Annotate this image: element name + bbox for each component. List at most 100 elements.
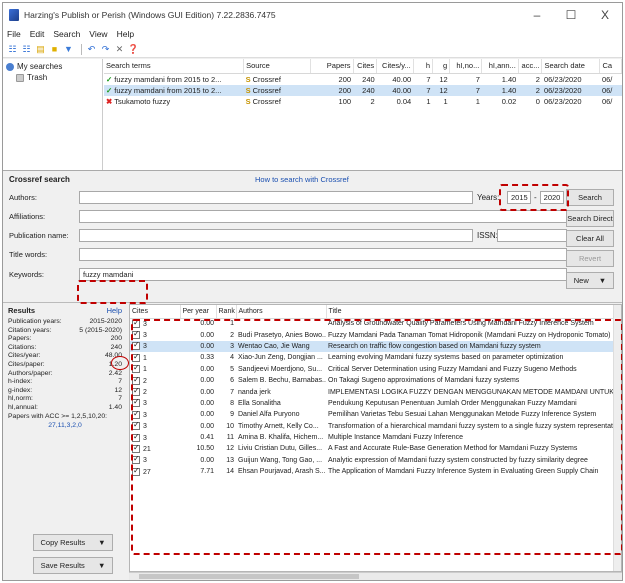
search-direct-button[interactable]: Search Direct <box>566 210 614 227</box>
col-search-terms[interactable]: Search terms <box>104 59 245 74</box>
app-logo-icon <box>9 9 19 21</box>
col-title[interactable]: Title <box>326 305 621 319</box>
col-source[interactable]: Source <box>243 59 311 74</box>
new-button[interactable]: New ▼ <box>566 272 614 289</box>
menu-search[interactable]: Search <box>53 29 80 39</box>
menu-edit[interactable]: Edit <box>30 29 45 39</box>
stats-title: Results <box>8 306 36 315</box>
check-icon: ✓ <box>106 85 113 95</box>
maximize-button[interactable]: ☐ <box>554 3 588 27</box>
keywords-input[interactable]: fuzzy mamdani <box>79 267 567 281</box>
trash-icon <box>16 73 24 82</box>
stat-row: Authors/paper: 2.42 <box>8 369 122 377</box>
form-title: Crossref search <box>9 175 70 184</box>
title-words-input[interactable] <box>79 247 567 261</box>
col-g[interactable]: g <box>432 59 451 74</box>
table-row[interactable]: ✖ Tsukamoto fuzzy S Crossref 100 2 0.04 1 … <box>104 96 622 107</box>
col-search-date[interactable]: Search date <box>541 59 601 74</box>
undo-icon[interactable]: ↶ <box>86 44 97 55</box>
stats-list: Publication years: 2015-2020 Citation year… <box>8 318 122 421</box>
results-highlight <box>131 319 622 555</box>
crossref-icon: S <box>245 74 251 84</box>
minimize-button[interactable]: – <box>520 3 554 27</box>
toolbar: ☷ ☷ ▤ ■ ▼ ↶ ↷ ✕ ❓ <box>3 41 622 58</box>
open-icon[interactable]: ▤ <box>35 44 46 55</box>
stat-row: Cites/paper: 1.20 <box>8 360 122 368</box>
copy-results-button[interactable]: Copy Results ▼ <box>33 534 113 551</box>
app-window: Harzing's Publish or Perish (Windows GUI… <box>2 2 623 581</box>
search-tree: My searches Trash <box>3 59 103 170</box>
redo-icon[interactable]: ↷ <box>100 44 111 55</box>
col-cites[interactable]: Cites <box>130 305 181 319</box>
searches-table: Search terms Source Papers Cites Cites/y… <box>104 59 622 107</box>
clear-all-button[interactable]: Clear All <box>566 230 614 247</box>
new-search-icon[interactable]: ☷ <box>7 44 18 55</box>
col-cache-date[interactable]: Ca <box>599 59 622 74</box>
results-stats: Results Help Publication years: 2015-2020… <box>3 304 127 580</box>
searches-pane: My searches Trash Search terms Source Pa… <box>3 59 622 171</box>
menu-view[interactable]: View <box>89 29 107 39</box>
table-row[interactable]: ✓ fuzzy mamdani from 2015 to 2... S Crossr… <box>104 73 622 85</box>
howto-link[interactable]: How to search with Crossref <box>255 175 349 184</box>
menu-help[interactable]: Help <box>117 29 134 39</box>
col-papers[interactable]: Papers <box>310 59 354 74</box>
publication-row: Publication name: ISSN: <box>9 228 567 242</box>
keywords-highlight <box>77 280 148 304</box>
tree-my-searches[interactable]: My searches <box>6 61 99 72</box>
stat-row: Citation years: 5 (2015-2020) <box>8 326 122 334</box>
years-highlight <box>499 184 569 211</box>
papers-count-highlight <box>111 356 129 370</box>
col-acc[interactable]: acc... <box>518 59 543 74</box>
col-rank[interactable]: Rank <box>216 305 237 319</box>
folder-icon[interactable]: ■ <box>49 44 60 55</box>
menu-bar: File Edit Search View Help <box>3 27 622 41</box>
affiliations-label: Affiliations: <box>9 211 46 221</box>
scroll-thumb[interactable] <box>139 574 359 579</box>
keywords-row: Keywords: fuzzy mamdani <box>9 267 567 281</box>
stat-row: g-index: 12 <box>8 386 122 394</box>
title-bar: Harzing's Publish or Perish (Windows GUI… <box>3 3 622 27</box>
title-words-label: Title words: <box>9 249 48 259</box>
issn-input[interactable] <box>497 228 567 242</box>
col-h[interactable]: h <box>413 59 433 74</box>
authors-row: Authors: Years: 2015 - 2020 <box>9 190 564 204</box>
menu-file[interactable]: File <box>7 29 21 39</box>
table-row-selected[interactable]: ✓ fuzzy mamdani from 2015 to 2... S Crossr… <box>104 84 622 96</box>
search-button[interactable]: Search <box>566 189 614 206</box>
publication-input[interactable] <box>79 228 473 242</box>
col-authors[interactable]: Authors <box>236 305 327 319</box>
tree-trash[interactable]: Trash <box>6 72 99 83</box>
help-icon[interactable]: ❓ <box>128 44 139 55</box>
acc-values[interactable]: 27,11,3,2,0 <box>8 422 122 429</box>
check-icon: ✓ <box>106 74 113 84</box>
col-cites-year[interactable]: Cites/y... <box>376 59 414 74</box>
stat-row: hI,annual: 1.40 <box>8 403 122 411</box>
affiliations-input[interactable] <box>79 209 567 223</box>
revert-button[interactable]: Revert <box>566 250 614 267</box>
crossref-icon: S <box>245 85 251 95</box>
import-icon[interactable]: ▼ <box>63 44 74 55</box>
col-hi-norm[interactable]: hI,no... <box>449 59 483 74</box>
col-per-year[interactable]: Per year <box>180 305 217 319</box>
dropdown-arrow-icon: ▼ <box>598 276 607 285</box>
crossref-icon: S <box>245 96 251 106</box>
authors-label: Authors: <box>9 192 37 202</box>
new-folder-icon[interactable]: ☷ <box>21 44 32 55</box>
col-cites[interactable]: Cites <box>353 59 378 74</box>
stat-row: Papers with ACC >= 1,2,5,10,20: <box>8 412 107 420</box>
save-results-button[interactable]: Save Results ▼ <box>33 557 113 574</box>
dropdown-arrow-icon: ▼ <box>97 561 106 570</box>
horizontal-scrollbar[interactable] <box>129 572 622 580</box>
stat-row: Cites/year: 48.00 <box>8 352 122 360</box>
authors-input[interactable] <box>79 190 473 204</box>
searches-header: Search terms Source Papers Cites Cites/y… <box>104 59 622 74</box>
close-button[interactable]: X <box>588 3 622 27</box>
stat-row: hI,norm: 7 <box>8 395 122 403</box>
folder-icon <box>6 62 14 71</box>
col-hi-annual[interactable]: hI,ann... <box>481 59 519 74</box>
stats-help-link[interactable]: Help <box>107 306 122 318</box>
delete-icon[interactable]: ✕ <box>114 44 125 55</box>
affiliations-row: Affiliations: <box>9 209 567 223</box>
results-header: Cites Per year Rank Authors Title <box>130 305 621 319</box>
issn-label: ISSN: <box>477 230 498 240</box>
